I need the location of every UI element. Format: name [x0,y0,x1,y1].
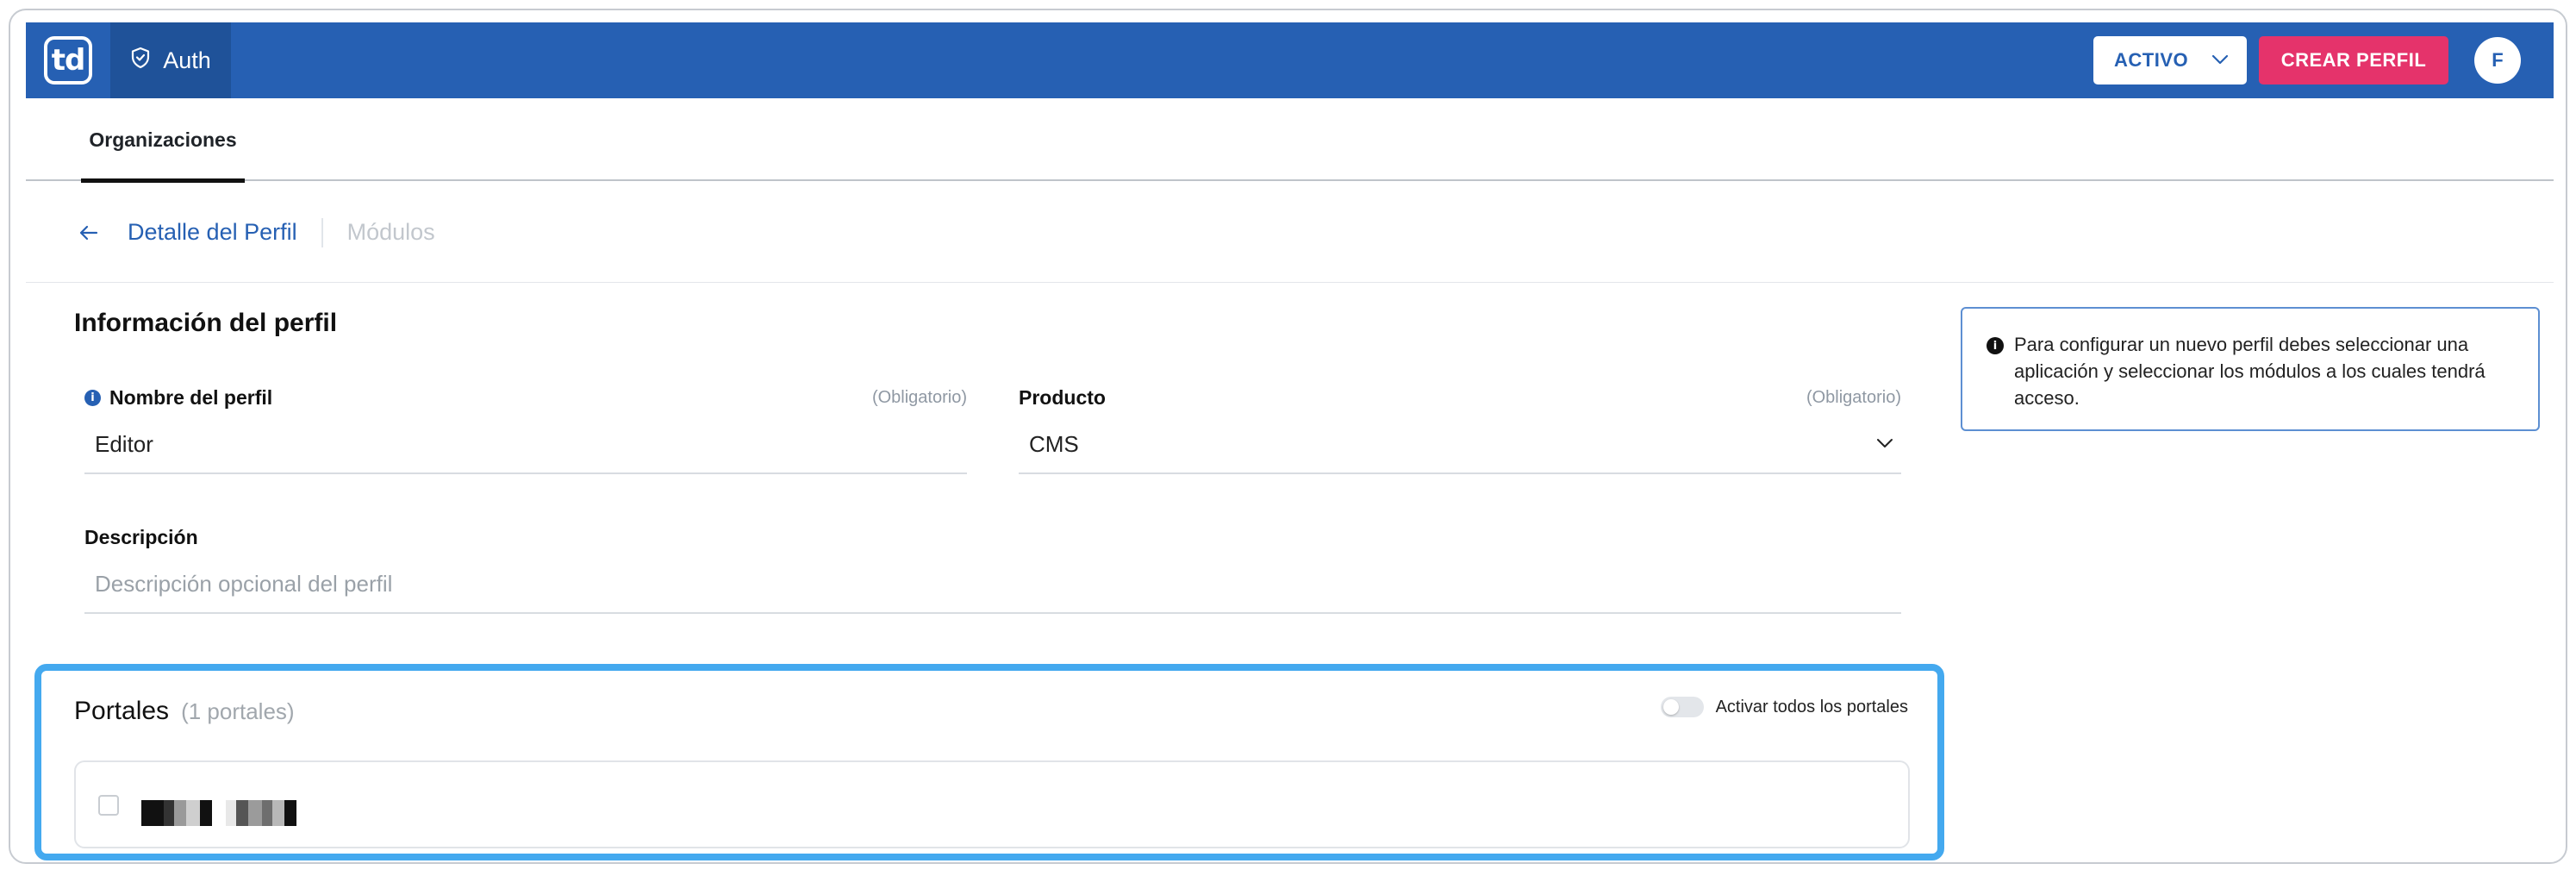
create-profile-button[interactable]: CREAR PERFIL [2259,36,2448,84]
app-switcher[interactable]: Auth [110,22,231,98]
status-value: ACTIVO [2114,49,2189,71]
portales-title: Portales [74,697,170,725]
status-select[interactable]: ACTIVO [2093,36,2247,84]
field-underline [84,472,967,474]
product-value: CMS [1029,431,1079,457]
portales-count: (1 portales) [181,698,295,724]
activate-all-toggle[interactable] [1660,697,1704,717]
breadcrumb-divider [321,217,323,247]
info-panel-text: Para configurar un nuevo perfil debes se… [2014,334,2486,409]
description-label: Descripción [84,526,198,548]
chevron-down-icon [2209,49,2231,72]
profile-name-input[interactable]: Editor [95,431,153,458]
info-panel: i Para configurar un nuevo perfil debes … [1961,307,2540,431]
chevron-down-icon[interactable] [1874,436,1896,454]
browser-frame: td Auth ACTIVO CREAR PERFIL F Organizaci… [9,9,2567,864]
avatar[interactable]: F [2474,37,2521,84]
tab-bar: Organizaciones [26,98,2554,183]
activate-all-label: Activar todos los portales [1715,697,1908,716]
profile-name-label: Nombre del perfil [109,386,273,409]
description-label-group: Descripción [84,526,198,549]
shield-check-icon [130,47,151,75]
portales-section: Portales (1 portales) Activar todos los … [34,664,1944,860]
portales-header: Portales (1 portales) [74,697,295,726]
portal-list-item[interactable] [74,760,1910,848]
profile-section-title: Información del perfil [74,309,338,337]
arrow-left-icon[interactable] [76,220,102,246]
app-name: Auth [163,47,211,73]
top-bar: td Auth ACTIVO CREAR PERFIL F [26,22,2554,98]
product-select[interactable]: Producto (Obligatorio) CMS [1019,386,1901,476]
portal-checkbox[interactable] [98,795,119,816]
breadcrumb: Detalle del Perfil Módulos [26,183,2554,283]
field-underline [1019,472,1901,474]
redacted-portal-name [141,800,296,826]
profile-name-label-group: i Nombre del perfil [84,386,272,410]
description-field[interactable]: Descripción Descripción opcional del per… [84,526,1901,616]
product-required: (Obligatorio) [1806,388,1901,407]
logo-mark: td [44,36,92,84]
description-input[interactable]: Descripción opcional del perfil [95,571,392,598]
profile-name-field[interactable]: i Nombre del perfil (Obligatorio) Editor [84,386,967,476]
product-label: Producto [1019,386,1106,409]
activate-all-portals[interactable]: Activar todos los portales [1660,697,1908,717]
field-underline [84,612,1901,614]
tab-organizaciones[interactable]: Organizaciones [81,98,245,183]
info-icon: i [1987,337,2004,354]
breadcrumb-current[interactable]: Detalle del Perfil [128,219,297,246]
info-icon: i [84,390,101,406]
product-label-group: Producto [1019,386,1106,410]
logo[interactable]: td [26,22,110,98]
profile-name-required: (Obligatorio) [871,388,967,407]
breadcrumb-modules: Módulos [346,219,435,245]
